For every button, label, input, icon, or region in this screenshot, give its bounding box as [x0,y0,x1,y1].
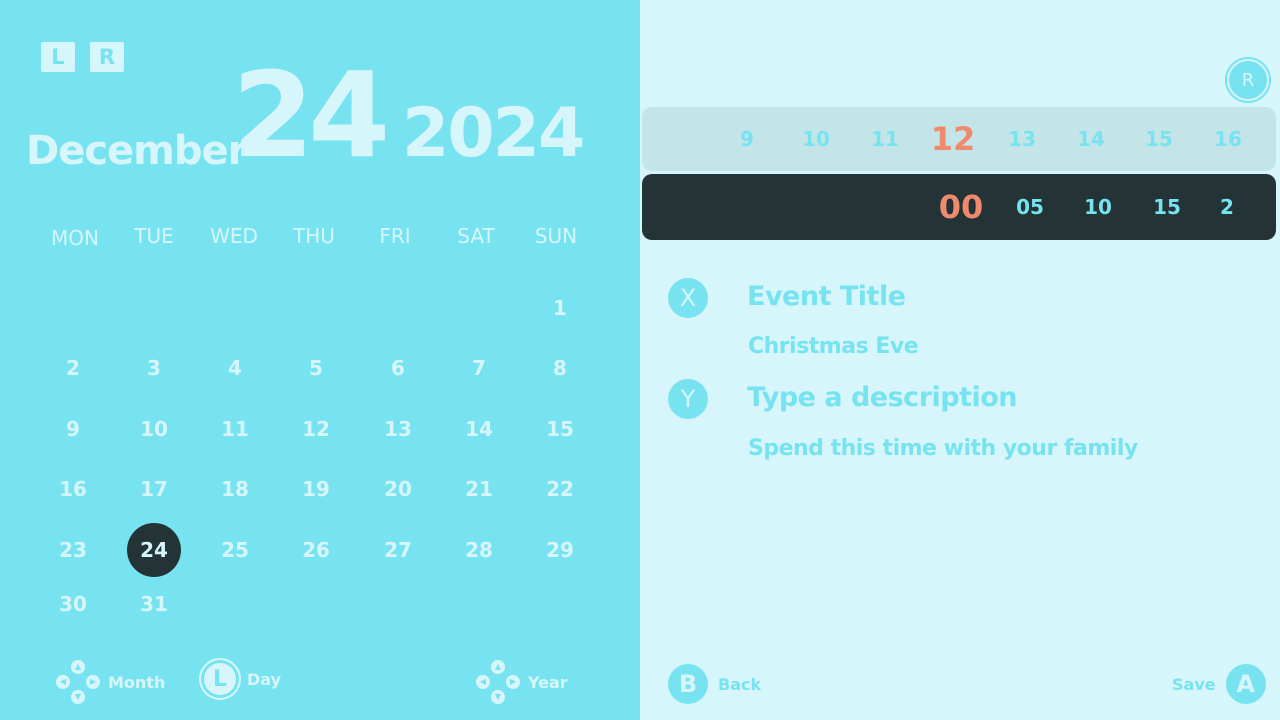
legend-year-label: Year [528,672,568,692]
minute-option-selected[interactable]: 00 [931,174,991,240]
day-cell[interactable]: 10 [127,402,181,456]
minute-option[interactable]: 2 [1197,174,1257,240]
day-cell[interactable]: 9 [46,402,100,456]
legend-month: ▲ ◀ ▶ ▼ Month [56,660,165,704]
header-month: December [26,128,247,174]
x-button-icon[interactable]: X [668,278,708,318]
hour-option[interactable]: 16 [1198,107,1258,171]
day-cell[interactable]: 17 [127,462,181,516]
day-cell-selected[interactable]: 24 [127,523,181,577]
day-cell[interactable]: 31 [127,577,181,631]
legend-month-label: Month [108,672,166,692]
header-year: 2024 [402,94,585,173]
left-stick-icon: L [201,660,239,698]
hour-option[interactable]: 11 [855,107,915,171]
minute-option[interactable]: 10 [1068,174,1128,240]
description-value: Spend this time with your family [748,436,1138,461]
legend-year: ▲ ◀ ▶ ▼ Year [476,660,568,704]
back-action[interactable]: B Back [668,664,761,704]
day-cell[interactable]: 23 [46,523,100,577]
day-cell[interactable]: 15 [533,402,587,456]
day-cell[interactable]: 3 [127,341,181,395]
hour-option[interactable]: 14 [1061,107,1121,171]
minute-option[interactable]: 05 [1000,174,1060,240]
y-button-icon[interactable]: Y [668,379,708,419]
day-cell[interactable]: 4 [208,341,262,395]
day-cell[interactable]: 2 [46,341,100,395]
weekday-tue: TUE [134,224,174,248]
weekday-thu: THU [293,224,335,248]
day-cell[interactable]: 14 [452,402,506,456]
hour-option[interactable]: 9 [717,107,777,171]
a-button-icon: A [1225,664,1266,704]
day-cell[interactable]: 6 [371,341,425,395]
day-cell[interactable]: 8 [533,341,587,395]
weekday-wed: WED [210,224,258,248]
day-cell[interactable]: 25 [208,523,262,577]
back-label: Back [718,674,762,694]
event-editor-panel: R 9 10 11 12 13 14 15 16 00 05 10 15 2 X Event Titl… [640,0,1280,720]
header-day: 24 [232,46,390,184]
description-label[interactable]: Type a description [747,382,1018,413]
day-cell[interactable]: 29 [533,523,587,577]
day-cell[interactable]: 18 [208,462,262,516]
l-shoulder-button[interactable]: L [41,42,75,72]
day-cell[interactable]: 28 [452,523,506,577]
day-cell[interactable]: 13 [371,402,425,456]
day-cell[interactable]: 27 [371,523,425,577]
day-cell[interactable]: 5 [289,341,343,395]
hour-selector[interactable]: 9 10 11 12 13 14 15 16 [642,107,1276,171]
hour-option[interactable]: 10 [786,107,846,171]
legend-day-label: Day [247,669,282,689]
weekday-fri: FRI [379,224,411,248]
weekday-sat: SAT [457,224,495,248]
day-cell[interactable]: 20 [371,462,425,516]
minute-selector[interactable]: 00 05 10 15 2 [642,174,1276,240]
r-shoulder-button[interactable]: R [90,42,124,72]
calendar-panel: L R December 24 2024 MON TUE WED THU FRI… [0,0,640,720]
event-title-label[interactable]: Event Title [747,281,906,312]
b-button-icon: B [668,664,708,704]
dpad-icon: ▲ ◀ ▶ ▼ [476,660,520,704]
save-label: Save [1172,674,1216,694]
hour-option-selected[interactable]: 12 [923,107,983,171]
hour-option[interactable]: 13 [992,107,1052,171]
day-cell[interactable]: 22 [533,462,587,516]
day-cell[interactable]: 16 [46,462,100,516]
weekday-mon: MON [51,226,99,250]
day-cell[interactable]: 7 [452,341,506,395]
hour-option[interactable]: 15 [1129,107,1189,171]
day-cell[interactable]: 26 [289,523,343,577]
day-cell[interactable]: 19 [289,462,343,516]
day-cell[interactable]: 12 [289,402,343,456]
r-stick-button[interactable]: R [1227,59,1269,101]
save-action[interactable]: Save A [1172,664,1266,704]
day-cell[interactable]: 11 [208,402,262,456]
legend-day: L Day [201,660,281,698]
weekday-sun: SUN [534,224,578,248]
day-cell[interactable]: 1 [533,281,587,335]
day-cell[interactable]: 21 [452,462,506,516]
day-cell[interactable]: 30 [46,577,100,631]
minute-option[interactable]: 15 [1137,174,1197,240]
event-title-value: Christmas Eve [748,334,919,359]
dpad-icon: ▲ ◀ ▶ ▼ [56,660,100,704]
